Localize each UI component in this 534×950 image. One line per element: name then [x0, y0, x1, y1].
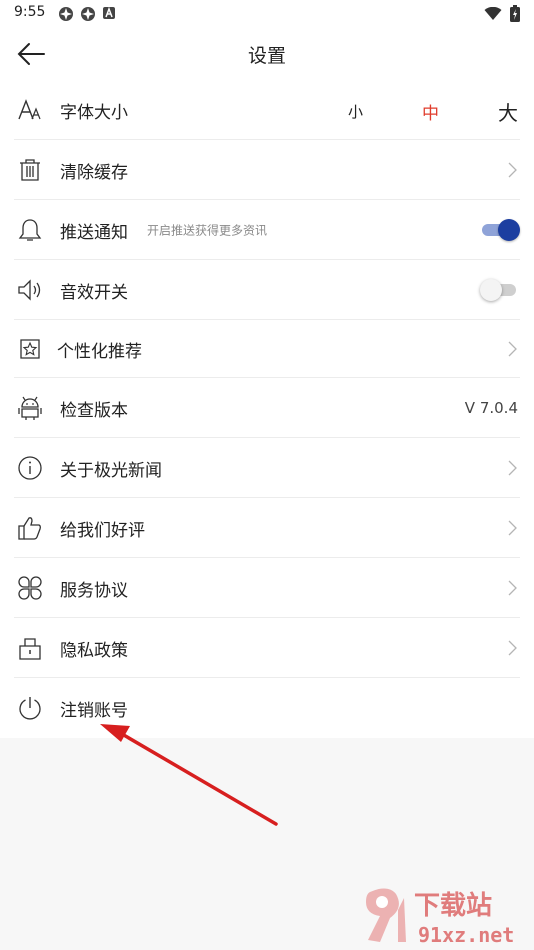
- thumbs-up-icon: [16, 514, 44, 542]
- toggle-thumb: [480, 279, 502, 301]
- font-size-selector: 小 中 大: [348, 97, 518, 126]
- lock-icon: [16, 634, 44, 662]
- settings-list: 字体大小 小 中 大 清除缓存 推送通知 开启推送获得更多资讯 音效开关 个性化…: [0, 80, 534, 738]
- text-notification-icon: [103, 6, 115, 19]
- chevron-right-icon: [508, 162, 517, 178]
- check-version-row[interactable]: 检查版本 V 7.0.4: [0, 378, 534, 438]
- chevron-right-icon: [508, 341, 517, 357]
- clear-cache-label: 清除缓存: [60, 162, 128, 183]
- about-row[interactable]: 关于极光新闻: [0, 438, 534, 498]
- personalized-recommendation-label: 个性化推荐: [57, 341, 142, 362]
- trash-icon: [16, 156, 44, 184]
- logout-account-row[interactable]: 注销账号: [0, 678, 534, 738]
- chevron-right-icon: [508, 460, 517, 476]
- app-header: 设置: [0, 28, 534, 80]
- version-value: V 7.0.4: [464, 399, 518, 417]
- privacy-policy-label: 隐私政策: [60, 640, 128, 661]
- clover-icon: [16, 574, 44, 602]
- font-size-medium[interactable]: 中: [422, 99, 439, 124]
- toggle-thumb: [498, 219, 520, 241]
- sound-label: 音效开关: [60, 282, 128, 303]
- font-size-icon: [16, 96, 44, 124]
- speaker-icon: [16, 276, 44, 304]
- wifi-icon: [484, 6, 502, 20]
- bell-icon: [16, 216, 44, 244]
- watermark-domain: 91xz.net: [418, 923, 514, 947]
- service-agreement-label: 服务协议: [60, 580, 128, 601]
- chevron-right-icon: [508, 520, 517, 536]
- app-notification-icon: [59, 7, 73, 21]
- push-notification-hint: 开启推送获得更多资讯: [147, 223, 268, 238]
- app-notification-icon: [81, 7, 95, 21]
- check-version-label: 检查版本: [60, 400, 128, 421]
- chevron-right-icon: [508, 640, 517, 656]
- info-icon: [16, 454, 44, 482]
- watermark-brand: 下载站: [414, 891, 492, 921]
- battery-icon: [510, 5, 520, 22]
- watermark-logo: 下载站 91xz.net: [366, 888, 514, 947]
- android-icon: [16, 394, 44, 422]
- system-icons: [484, 5, 520, 22]
- logout-account-label: 注销账号: [60, 700, 128, 721]
- font-size-small[interactable]: 小: [348, 101, 363, 122]
- privacy-policy-row[interactable]: 隐私政策: [0, 618, 534, 678]
- service-agreement-row[interactable]: 服务协议: [0, 558, 534, 618]
- chevron-right-icon: [508, 580, 517, 596]
- rate-label: 给我们好评: [60, 520, 145, 541]
- font-size-row: 字体大小 小 中 大: [0, 80, 534, 140]
- push-notification-row: 推送通知 开启推送获得更多资讯: [0, 200, 534, 260]
- sound-row: 音效开关: [0, 260, 534, 320]
- rate-row[interactable]: 给我们好评: [0, 498, 534, 558]
- status-time: 9:55: [14, 4, 46, 20]
- clear-cache-row[interactable]: 清除缓存: [0, 140, 534, 200]
- page-title: 设置: [247, 45, 286, 67]
- about-label: 关于极光新闻: [60, 460, 162, 481]
- push-notification-toggle[interactable]: [482, 218, 520, 242]
- push-notification-label: 推送通知: [60, 222, 128, 243]
- status-bar: 9:55: [0, 0, 534, 28]
- font-size-label: 字体大小: [60, 102, 128, 123]
- power-icon: [16, 694, 44, 722]
- personalized-recommendation-row[interactable]: 个性化推荐: [0, 320, 534, 378]
- watermark: 下载站 91xz.net: [360, 882, 530, 948]
- notification-icons: [58, 6, 116, 22]
- sound-toggle[interactable]: [480, 278, 516, 302]
- font-size-large[interactable]: 大: [498, 97, 518, 126]
- star-frame-icon: [16, 335, 44, 363]
